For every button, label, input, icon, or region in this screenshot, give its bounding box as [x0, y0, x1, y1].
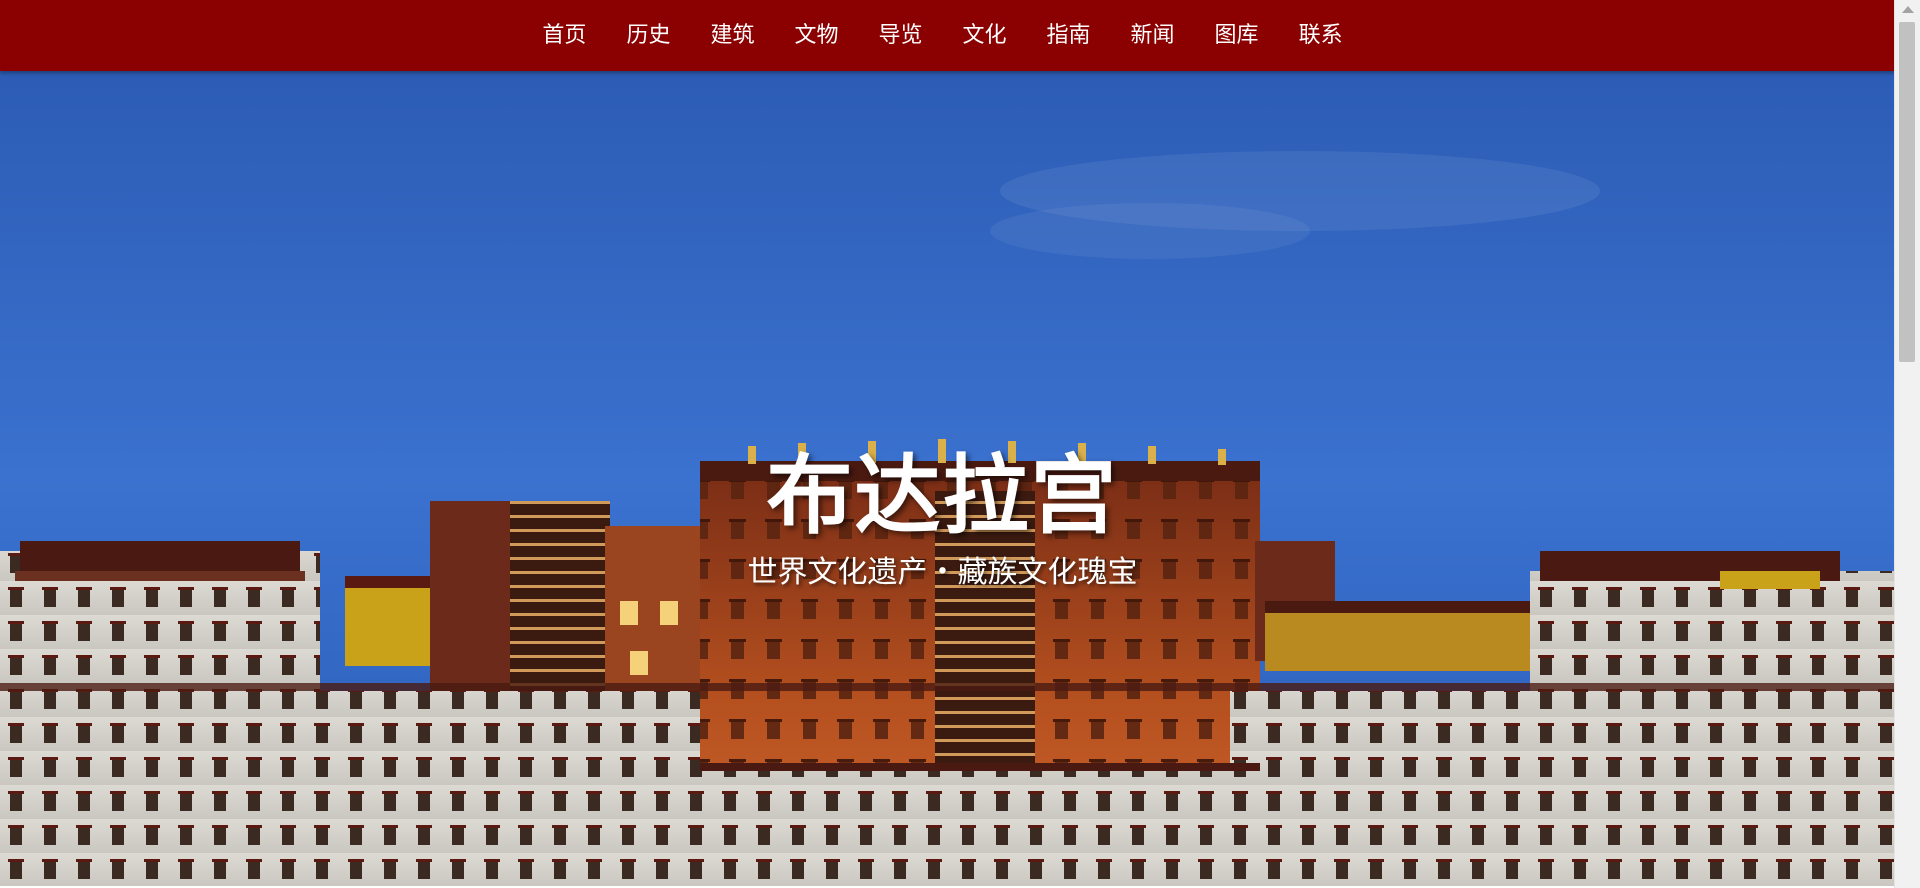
nav-item-home[interactable]: 首页 — [522, 0, 606, 71]
scrollbar-thumb[interactable] — [1899, 22, 1915, 362]
nav-menu: 首页 历史 建筑 文物 导览 文化 指南 新闻 图库 联系 — [522, 0, 1362, 71]
vertical-scrollbar[interactable] — [1894, 0, 1920, 888]
nav-item-contact[interactable]: 联系 — [1279, 0, 1363, 71]
hero-subtitle: 世界文化遗产・藏族文化瑰宝 — [747, 555, 1138, 590]
top-navigation-bar: 首页 历史 建筑 文物 导览 文化 指南 新闻 图库 联系 — [0, 0, 1895, 71]
hero-title: 布达拉宫 — [766, 445, 1119, 546]
nav-item-gallery[interactable]: 图库 — [1195, 0, 1279, 71]
nav-item-culture[interactable]: 文化 — [943, 0, 1027, 71]
page: 首页 历史 建筑 文物 导览 文化 指南 新闻 图库 联系 布达拉宫 世界文化遗… — [0, 0, 1920, 888]
scroll-up-arrow-icon[interactable] — [1902, 6, 1914, 13]
nav-item-tour[interactable]: 导览 — [858, 0, 942, 71]
nav-item-guide[interactable]: 指南 — [1027, 0, 1111, 71]
nav-item-relics[interactable]: 文物 — [774, 0, 858, 71]
nav-item-news[interactable]: 新闻 — [1111, 0, 1195, 71]
hero-banner: 布达拉宫 世界文化遗产・藏族文化瑰宝 — [0, 71, 1895, 886]
nav-item-architecture[interactable]: 建筑 — [690, 0, 774, 71]
nav-item-history[interactable]: 历史 — [606, 0, 690, 71]
